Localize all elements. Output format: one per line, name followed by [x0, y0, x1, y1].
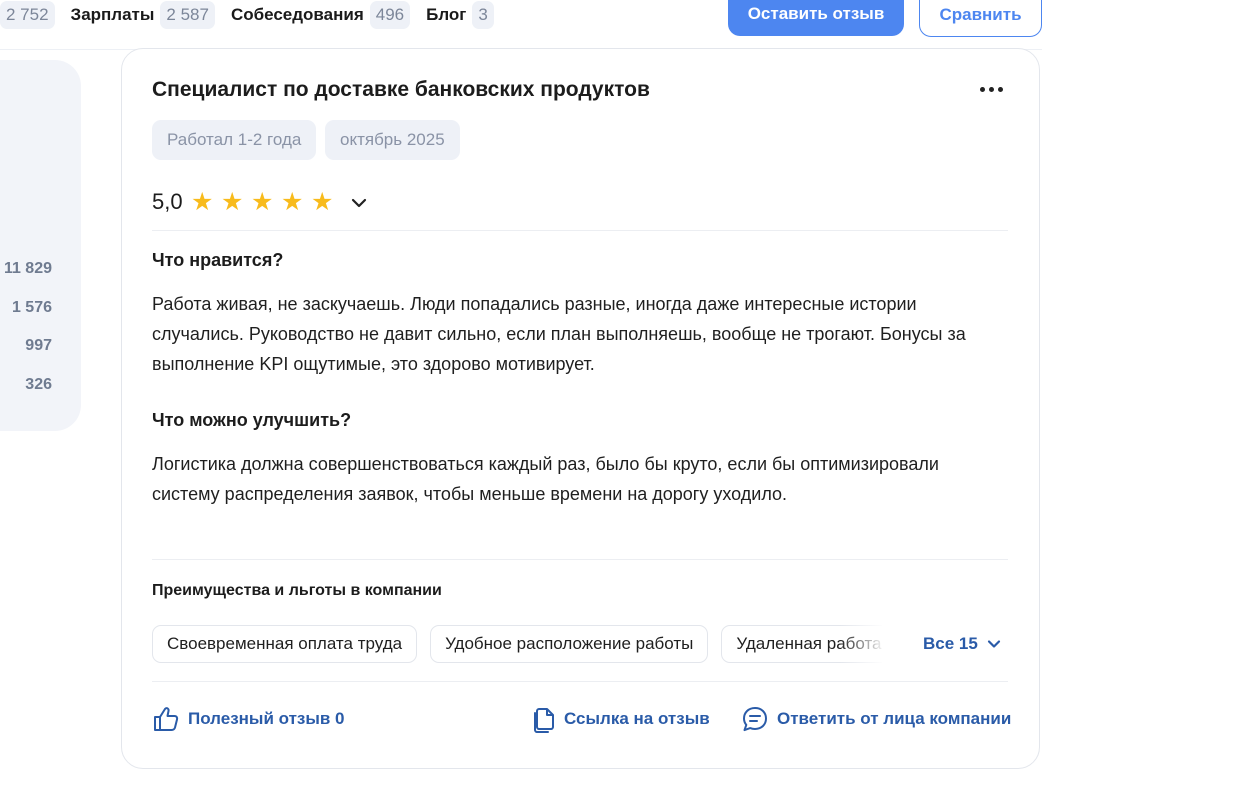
review-link-label: Ссылка на отзыв — [564, 709, 710, 728]
star-icon: ★ — [281, 188, 304, 216]
divider — [152, 559, 1008, 560]
top-nav: 2 752 Зарплаты 2 587 Собеседования 496 Б… — [0, 0, 494, 30]
side-stat-3[interactable]: 997 — [25, 337, 52, 355]
nav-interviews[interactable]: Собеседования — [231, 5, 364, 25]
reply-as-company-label: Ответить от лица компании — [777, 709, 1012, 728]
benefit-chip: Своевременная оплата труда — [152, 625, 418, 663]
star-icon: ★ — [191, 188, 214, 216]
more-options-icon[interactable] — [980, 84, 1008, 94]
tenure-tag: Работал 1-2 года — [152, 120, 317, 160]
nav-blog[interactable]: Блог — [426, 5, 466, 25]
rating-expand-chevron-down-icon[interactable] — [350, 194, 368, 212]
chips-fade-overlay — [840, 625, 885, 663]
copy-link-icon — [534, 708, 554, 733]
benefit-chip: Удобное расположение работы — [430, 625, 709, 663]
all-benefits-button[interactable]: Все 15 — [923, 634, 1002, 654]
all-benefits-label: Все 15 — [923, 634, 978, 653]
compare-button[interactable]: Сравнить — [919, 0, 1042, 37]
divider — [152, 681, 1008, 682]
rating-stars: ★ ★ ★ ★ ★ — [191, 188, 335, 216]
side-stat-4[interactable]: 326 — [25, 376, 52, 394]
improve-heading: Что можно улучшить? — [152, 410, 352, 430]
benefits-heading: Преимущества и льготы в компании — [152, 582, 442, 599]
side-stat-1[interactable]: 11 829 — [4, 260, 52, 278]
review-link-button[interactable]: Ссылка на отзыв — [530, 705, 710, 733]
nav-interviews-count[interactable]: 496 — [369, 1, 411, 29]
date-tag: октябрь 2025 — [325, 120, 460, 160]
improve-text: Логистика должна совершенствоваться кажд… — [152, 454, 939, 504]
thumbs-up-icon — [154, 707, 179, 731]
rating-value: 5,0 — [152, 189, 183, 214]
reply-as-company-button[interactable]: Ответить от лица компании — [741, 705, 1011, 733]
comment-icon — [743, 707, 767, 732]
nav-salaries[interactable]: Зарплаты — [71, 5, 155, 25]
benefits-list: Своевременная оплата труда Удобное распо… — [152, 625, 882, 663]
star-icon: ★ — [311, 188, 334, 216]
star-icon: ★ — [221, 188, 244, 216]
nav-count-prev[interactable]: 2 752 — [0, 1, 55, 29]
chevron-down-icon — [987, 640, 1000, 648]
review-title: Специалист по доставке банковских продук… — [152, 78, 650, 101]
side-stat-2[interactable]: 1 576 — [12, 299, 52, 317]
star-icon: ★ — [251, 188, 274, 216]
nav-salaries-count[interactable]: 2 587 — [160, 1, 215, 29]
useful-review-label: Полезный отзыв 0 — [188, 709, 345, 728]
divider — [152, 230, 1008, 231]
likes-heading: Что нравится? — [152, 250, 284, 270]
useful-review-button[interactable]: Полезный отзыв 0 — [152, 705, 345, 733]
likes-text: Работа живая, не заскучаешь. Люди попада… — [152, 294, 966, 374]
nav-blog-count[interactable]: 3 — [472, 1, 494, 29]
leave-review-button[interactable]: Оставить отзыв — [728, 0, 904, 36]
